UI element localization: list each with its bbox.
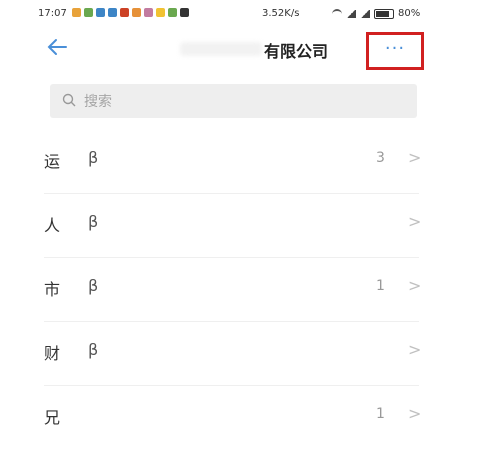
notification-icon [168, 8, 177, 17]
wifi-icon [332, 8, 342, 19]
notification-icon [180, 8, 189, 17]
search-bar[interactable] [50, 84, 417, 118]
header: 有限公司 ··· [0, 30, 481, 70]
department-name-suffix: β [88, 212, 99, 231]
department-row[interactable]: 财 β > [44, 322, 434, 386]
network-speed: 3.52K/s [262, 8, 300, 19]
search-input[interactable] [82, 90, 386, 114]
blurred-region [74, 398, 122, 434]
notification-icon [84, 8, 93, 17]
department-name: 运 [44, 152, 61, 171]
notification-icon [156, 8, 165, 17]
notification-icon [72, 8, 81, 17]
status-time: 17:07 [38, 8, 67, 19]
department-row[interactable]: 兄 1 > [44, 386, 434, 450]
back-button[interactable] [46, 36, 76, 64]
signal-icon [346, 9, 356, 18]
notification-icons [72, 8, 189, 17]
battery-level: 80% [398, 8, 421, 19]
department-name: 人 [44, 216, 61, 235]
notification-icon [132, 8, 141, 17]
chevron-right-icon: > [408, 148, 422, 167]
department-row[interactable]: 人 β > [44, 194, 434, 258]
department-name: 兄 [44, 408, 61, 427]
status-indicators: 80% [332, 8, 420, 19]
arrow-left-icon [47, 39, 67, 55]
more-button[interactable]: ··· [366, 32, 424, 70]
department-name-suffix: β [88, 340, 99, 359]
battery-icon [374, 8, 394, 19]
page-title: 有限公司 [264, 42, 329, 61]
notification-icon [108, 8, 117, 17]
status-bar: 17:07 3.52K/s 80% [0, 0, 481, 28]
member-count: 1 [376, 278, 385, 294]
notification-icon [120, 8, 129, 17]
notification-icon [144, 8, 153, 17]
department-row[interactable]: 运 β 3 > [44, 130, 434, 194]
member-count: 1 [376, 406, 385, 422]
member-count: 3 [376, 150, 385, 166]
search-icon [62, 93, 76, 107]
department-name: 市 [44, 280, 61, 299]
department-name: 财 [44, 344, 61, 363]
chevron-right-icon: > [408, 276, 422, 295]
department-row[interactable]: 市 β 1 > [44, 258, 434, 322]
blurred-title-region [180, 42, 262, 56]
chevron-right-icon: > [408, 212, 422, 231]
department-name-suffix: β [88, 276, 99, 295]
signal-icon [360, 9, 370, 18]
chevron-right-icon: > [408, 404, 422, 423]
chevron-right-icon: > [408, 340, 422, 359]
notification-icon [96, 8, 105, 17]
department-name-suffix: β [88, 148, 99, 167]
